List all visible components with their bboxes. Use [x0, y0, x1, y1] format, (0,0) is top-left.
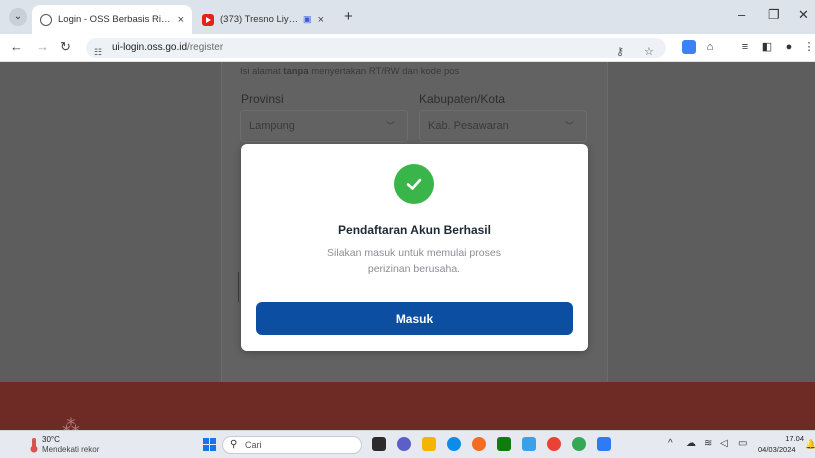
site-settings-icon[interactable]: ☷ [94, 42, 102, 62]
success-modal: Pendaftaran Akun Berhasil Silakan masuk … [241, 144, 588, 351]
reload-icon[interactable]: ↻ [60, 39, 71, 55]
app-icon[interactable] [472, 437, 486, 451]
province-label: Provinsi [241, 92, 284, 106]
windows-start-icon[interactable] [203, 438, 216, 451]
side-panel-icon[interactable]: ◧ [760, 40, 774, 54]
login-button[interactable]: Masuk [256, 302, 573, 335]
notification-bell-icon[interactable]: 🔔 [805, 439, 815, 450]
page-footer: ⁂ [0, 382, 815, 430]
tab-title: Login - OSS Berbasis Risiko [58, 14, 172, 25]
profile-avatar-icon[interactable]: ● [782, 40, 796, 54]
browser-menu-icon[interactable]: ⋮ [802, 40, 815, 54]
tab-youtube[interactable]: (373) Tresno Liyane - North ▣ × [194, 5, 332, 34]
password-key-icon[interactable]: ⚷ [616, 42, 624, 62]
edge-browser-icon[interactable] [447, 437, 461, 451]
url-host: ui-login.oss.go.id [112, 42, 188, 53]
minimize-icon[interactable]: – [738, 7, 745, 22]
reading-list-icon[interactable]: ≡ [738, 40, 752, 54]
app-icon[interactable] [597, 437, 611, 451]
taskbar-search[interactable]: ⚲ Cari [222, 436, 362, 454]
search-placeholder: Cari [245, 440, 262, 450]
extension-icon[interactable] [682, 40, 696, 54]
modal-title: Pendaftaran Akun Berhasil [338, 223, 491, 237]
city-value: Kab. Pesawaran [428, 120, 509, 132]
chevron-down-icon: ﹀ [564, 121, 574, 131]
search-icon: ⚲ [230, 439, 238, 450]
tab-title: (373) Tresno Liyane - North [220, 14, 300, 25]
modal-message: Silakan masuk untuk memulai proses periz… [327, 247, 501, 275]
url-path: /register [187, 42, 224, 53]
youtube-favicon-icon [202, 13, 214, 26]
chat-icon[interactable] [397, 437, 411, 451]
new-tab-button[interactable]: + [344, 8, 353, 25]
bookmark-star-icon[interactable]: ☆ [644, 42, 654, 62]
chevron-down-icon: ﹀ [385, 121, 395, 131]
clock-date[interactable]: 04/03/2024 [758, 445, 796, 454]
chrome-icon[interactable] [547, 437, 561, 451]
browser-tab-strip: ⌄ Login - OSS Berbasis Risiko × (373) Tr… [0, 0, 815, 34]
ministry-logo-icon: ⁂ [62, 416, 80, 430]
window-close-icon[interactable]: ✕ [798, 7, 809, 23]
close-icon[interactable]: × [178, 14, 184, 26]
battery-icon[interactable]: ▭ [738, 438, 747, 449]
address-bar[interactable]: ☷ ui-login.oss.go.id/register ⚷ ☆ [86, 38, 666, 58]
chevron-up-icon[interactable]: ^ [668, 438, 673, 449]
network-status-icon[interactable]: ☁ [686, 438, 696, 449]
success-check-icon [394, 164, 434, 204]
volume-icon[interactable]: ◁ [720, 438, 728, 449]
extensions-puzzle-icon[interactable]: ⌂ [703, 40, 717, 54]
clock-time[interactable]: 17.04 [770, 434, 804, 443]
city-select[interactable]: Kab. Pesawaran ﹀ [419, 110, 587, 142]
tab-search-button[interactable]: ⌄ [9, 8, 27, 26]
tab-oss-login[interactable]: Login - OSS Berbasis Risiko × [32, 5, 192, 34]
wifi-icon[interactable]: ≋ [704, 438, 712, 449]
cast-icon: ▣ [303, 14, 312, 24]
forward-arrow-icon[interactable]: → [36, 39, 49, 54]
maximize-icon[interactable]: ❐ [768, 7, 780, 23]
province-value: Lampung [249, 120, 295, 132]
province-select[interactable]: Lampung ﹀ [240, 110, 408, 142]
close-icon[interactable]: × [318, 14, 324, 26]
thermometer-icon [30, 438, 38, 453]
back-arrow-icon[interactable]: ← [10, 39, 23, 54]
city-label: Kabupaten/Kota [419, 92, 506, 106]
file-explorer-icon[interactable] [422, 437, 436, 451]
task-view-icon[interactable] [372, 437, 386, 451]
windows-taskbar: 30°C Mendekati rekor ⚲ Cari ^ ☁ ≋ ◁ ▭ 17… [0, 430, 815, 458]
browser-toolbar: ← → ↻ ☷ ui-login.oss.go.id/register ⚷ ☆ … [0, 34, 815, 62]
weather-description[interactable]: Mendekati rekor [42, 445, 99, 454]
app-icon[interactable] [522, 437, 536, 451]
weather-temperature[interactable]: 30°C [42, 435, 60, 444]
xbox-icon[interactable] [497, 437, 511, 451]
chrome-profile-icon[interactable] [572, 437, 586, 451]
address-hint: Isi alamat tanpa menyertakan RT/RW dan k… [240, 66, 460, 77]
oss-favicon-icon [40, 13, 52, 26]
